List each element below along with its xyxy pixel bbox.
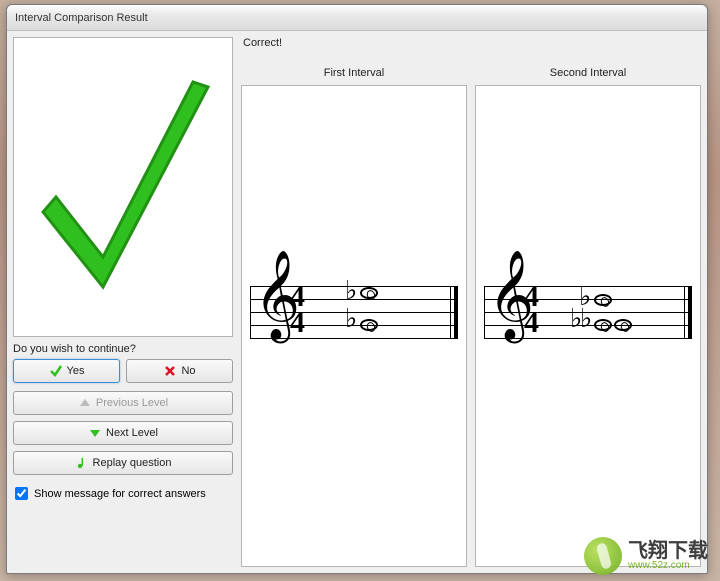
no-label: No [181, 365, 195, 377]
check-icon [49, 364, 63, 378]
flat-icon: ♭ [345, 278, 357, 304]
no-button[interactable]: No [126, 359, 233, 383]
replay-question-button[interactable]: Replay question [13, 451, 233, 475]
checkmark-icon [28, 62, 218, 312]
staff: 𝄞 44 ♭ ♭ ♭ [484, 286, 692, 338]
result-indicator [13, 37, 233, 337]
whole-note-icon [360, 287, 378, 299]
staff: 𝄞 44 ♭ ♭ [250, 286, 458, 338]
second-interval-notation: 𝄞 44 ♭ ♭ ♭ [475, 85, 701, 567]
content-area: Do you wish to continue? Yes No [7, 31, 707, 573]
first-interval-label: First Interval [241, 67, 467, 79]
second-interval-column: Second Interval 𝄞 44 [475, 67, 701, 567]
window-title: Interval Comparison Result [15, 12, 148, 24]
second-interval-label: Second Interval [475, 67, 701, 79]
continue-prompt: Do you wish to continue? [13, 343, 233, 355]
level-down-icon [78, 396, 92, 410]
first-interval-notation: 𝄞 44 ♭ ♭ [241, 85, 467, 567]
flat-icon: ♭ [580, 306, 592, 332]
titlebar[interactable]: Interval Comparison Result [7, 5, 707, 31]
flat-icon: ♭ [345, 306, 357, 332]
left-column: Do you wish to continue? Yes No [13, 37, 233, 567]
show-message-checkbox[interactable] [15, 487, 28, 500]
whole-note-icon [614, 319, 632, 331]
whole-note-icon [360, 319, 378, 331]
intervals-row: First Interval 𝄞 44 [241, 67, 701, 567]
next-level-label: Next Level [106, 427, 158, 439]
yes-no-row: Yes No [13, 359, 233, 383]
feedback-message: Correct! [241, 37, 701, 49]
whole-note-icon [594, 294, 612, 306]
music-note-icon [75, 456, 89, 470]
previous-level-label: Previous Level [96, 397, 168, 409]
level-up-icon [88, 426, 102, 440]
show-message-label: Show message for correct answers [34, 488, 206, 500]
cross-icon [163, 364, 177, 378]
replay-label: Replay question [93, 457, 172, 469]
first-interval-column: First Interval 𝄞 44 [241, 67, 467, 567]
result-window: Interval Comparison Result Do you wish t… [6, 4, 708, 574]
yes-label: Yes [67, 365, 85, 377]
whole-note-icon [594, 319, 612, 331]
yes-button[interactable]: Yes [13, 359, 120, 383]
show-message-checkbox-row[interactable]: Show message for correct answers [13, 487, 233, 500]
next-level-button[interactable]: Next Level [13, 421, 233, 445]
right-column: Correct! First Interval 𝄞 [241, 37, 701, 567]
previous-level-button: Previous Level [13, 391, 233, 415]
